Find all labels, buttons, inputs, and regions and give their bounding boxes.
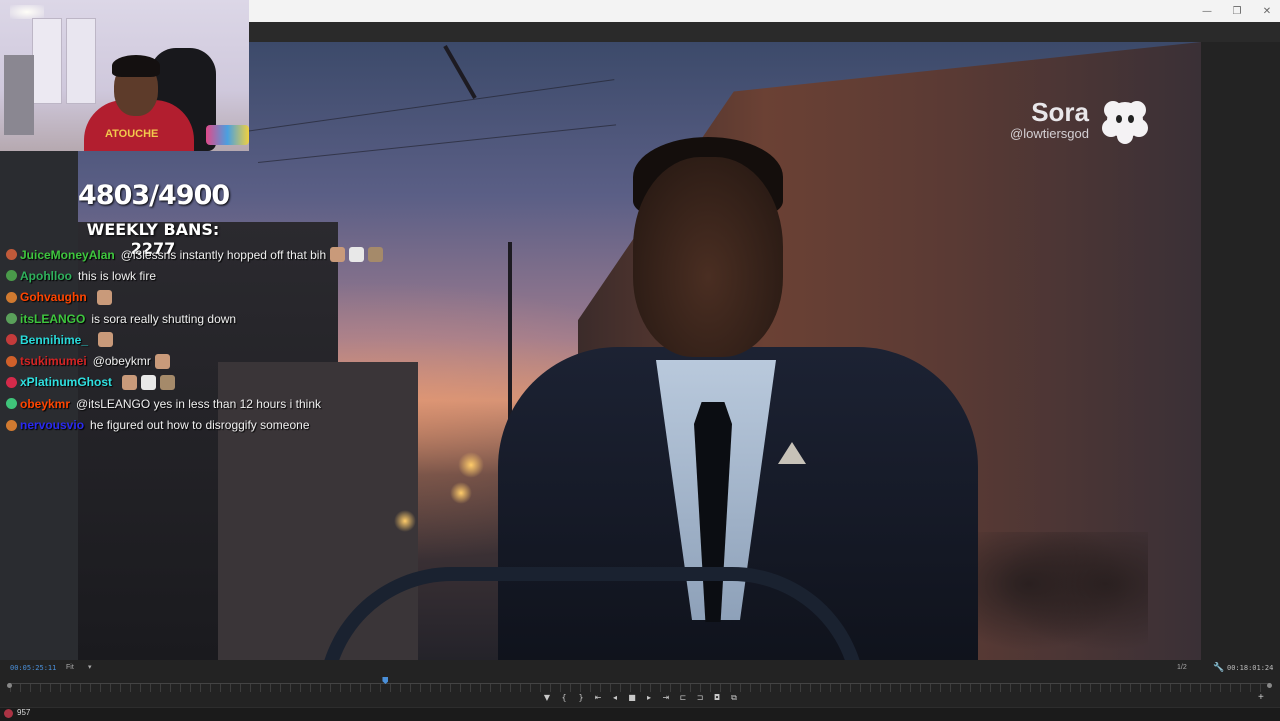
power-line [237, 79, 615, 133]
go-to-in-icon[interactable]: ⇤ [593, 693, 603, 703]
chat-username[interactable]: Apohlloo [20, 269, 72, 283]
badge-icon [6, 249, 17, 261]
chat-message: xPlatinumGhost [6, 372, 426, 393]
ceiling-light [10, 5, 44, 19]
compare-icon[interactable]: ⧉ [729, 693, 739, 703]
chat-message: itsLEANGO is sora really shutting down [6, 308, 426, 329]
overwrite-icon[interactable]: ⊐ [695, 693, 705, 703]
viewer-count: 957 [17, 708, 31, 717]
badge-icon [6, 334, 17, 346]
person-head [633, 157, 783, 357]
emote-icon [98, 332, 114, 348]
chat-message: Gohvaughn [6, 287, 426, 308]
ruler-start-handle[interactable] [7, 683, 12, 688]
emote-icon [349, 247, 365, 263]
badge-icon [6, 419, 17, 431]
ruler-end-handle[interactable] [1267, 683, 1272, 688]
emote-icon [330, 247, 346, 263]
chat-message: nervousvio he figured out how to disroggi… [6, 414, 426, 435]
door [66, 18, 96, 104]
watermark-handle: @lowtiersgod [1010, 126, 1089, 141]
chat-message: obeykmr @itsLEANGO yes in less than 12 ho… [6, 393, 426, 414]
go-to-out-icon[interactable]: ⇥ [661, 693, 671, 703]
shelf [4, 55, 34, 135]
chat-message: JuiceMoneyAlan @l3lessns instantly hopped… [6, 244, 426, 265]
chat-text: this is lowk fire [77, 268, 157, 283]
close-icon[interactable]: ✕ [1260, 6, 1274, 17]
badge-icon [6, 270, 17, 282]
current-timecode[interactable]: 00:05:25:11 [10, 664, 56, 672]
chat-username[interactable]: nervousvio [20, 418, 84, 432]
playback-resolution-select[interactable]: 1/2 [1177, 664, 1187, 671]
status-bar [0, 707, 1280, 721]
out-point-icon[interactable]: } [576, 693, 586, 703]
chat-text: @l3lessns instantly hopped off that bih [120, 247, 327, 262]
time-ruler[interactable] [10, 683, 1270, 692]
step-forward-icon[interactable]: ▸ [644, 693, 654, 703]
chevron-down-icon[interactable]: ▾ [88, 663, 92, 671]
chat-overlay: JuiceMoneyAlan @l3lessns instantly hopped… [6, 244, 426, 436]
emote-icon [160, 374, 176, 390]
power-line [257, 124, 617, 163]
program-monitor-header [248, 22, 1280, 42]
webcam-feed: ATOUCHE [0, 0, 249, 151]
wrench-icon[interactable]: 🔧 [1213, 662, 1224, 673]
ban-counter: 4803/4900 [78, 180, 230, 211]
zoom-fit-select[interactable]: Fit [66, 664, 74, 671]
duration-timecode: 00:18:01:24 [1227, 664, 1274, 672]
background-people [978, 532, 1148, 660]
chat-text: he figured out how to disroggify someone [90, 418, 310, 433]
chat-username[interactable]: obeykmr [20, 397, 70, 411]
watermark-title: Sora [1031, 97, 1089, 127]
shirt-print: ATOUCHE [105, 128, 159, 140]
lapel-pin [778, 442, 806, 464]
chat-message: Apohlloo this is lowk fire [6, 265, 426, 286]
badge-icon [6, 398, 17, 410]
add-button-icon[interactable]: + [1258, 692, 1264, 703]
street-light [394, 510, 416, 532]
chat-message: tsukimumei @obeykmr [6, 350, 426, 371]
chat-username[interactable]: xPlatinumGhost [20, 375, 112, 389]
badge-icon [6, 313, 17, 325]
minimize-icon[interactable]: — [1200, 6, 1214, 17]
badge-icon [6, 291, 17, 303]
viewer-icon [4, 709, 13, 718]
export-frame-icon[interactable]: ◘ [712, 693, 722, 703]
streamer-hair [112, 55, 160, 77]
chat-username[interactable]: Bennihime_ [20, 333, 88, 347]
chat-username[interactable]: JuiceMoneyAlan [20, 248, 115, 262]
sora-logo-icon [1102, 101, 1148, 144]
window-controls: — ❐ ✕ [1200, 0, 1274, 22]
emote-icon [368, 247, 384, 263]
desk-items [206, 125, 249, 145]
chat-message: Bennihime_ [6, 329, 426, 350]
emote-icon [154, 353, 170, 369]
stop-icon[interactable]: ■ [627, 693, 637, 703]
chat-text: @obeykmr [92, 354, 151, 369]
door [32, 18, 62, 104]
emote-icon [96, 289, 112, 305]
restore-icon[interactable]: ❐ [1230, 6, 1244, 17]
badge-icon [6, 355, 17, 367]
utility-pole-top [443, 45, 477, 99]
car-door [318, 567, 866, 660]
emote-icon [141, 374, 157, 390]
badge-icon [6, 376, 17, 388]
emote-icon [122, 374, 138, 390]
chat-text: is sora really shutting down [91, 311, 237, 326]
step-back-icon[interactable]: ◂ [610, 693, 620, 703]
street-light [450, 482, 472, 504]
in-point-icon[interactable]: { [559, 693, 569, 703]
chat-username[interactable]: itsLEANGO [20, 312, 85, 326]
transport-controls: ▼ { } ⇤ ◂ ■ ▸ ⇥ ⊏ ⊐ ◘ ⧉ [542, 693, 739, 703]
chat-text: @itsLEANGO yes in less than 12 hours i t… [76, 396, 321, 411]
chat-username[interactable]: tsukimumei [20, 354, 87, 368]
street-light [458, 452, 484, 478]
insert-icon[interactable]: ⊏ [678, 693, 688, 703]
chat-username[interactable]: Gohvaughn [20, 290, 87, 304]
sora-watermark: Sora @lowtiersgod [1010, 94, 1151, 146]
marker-icon[interactable]: ▼ [542, 693, 552, 703]
